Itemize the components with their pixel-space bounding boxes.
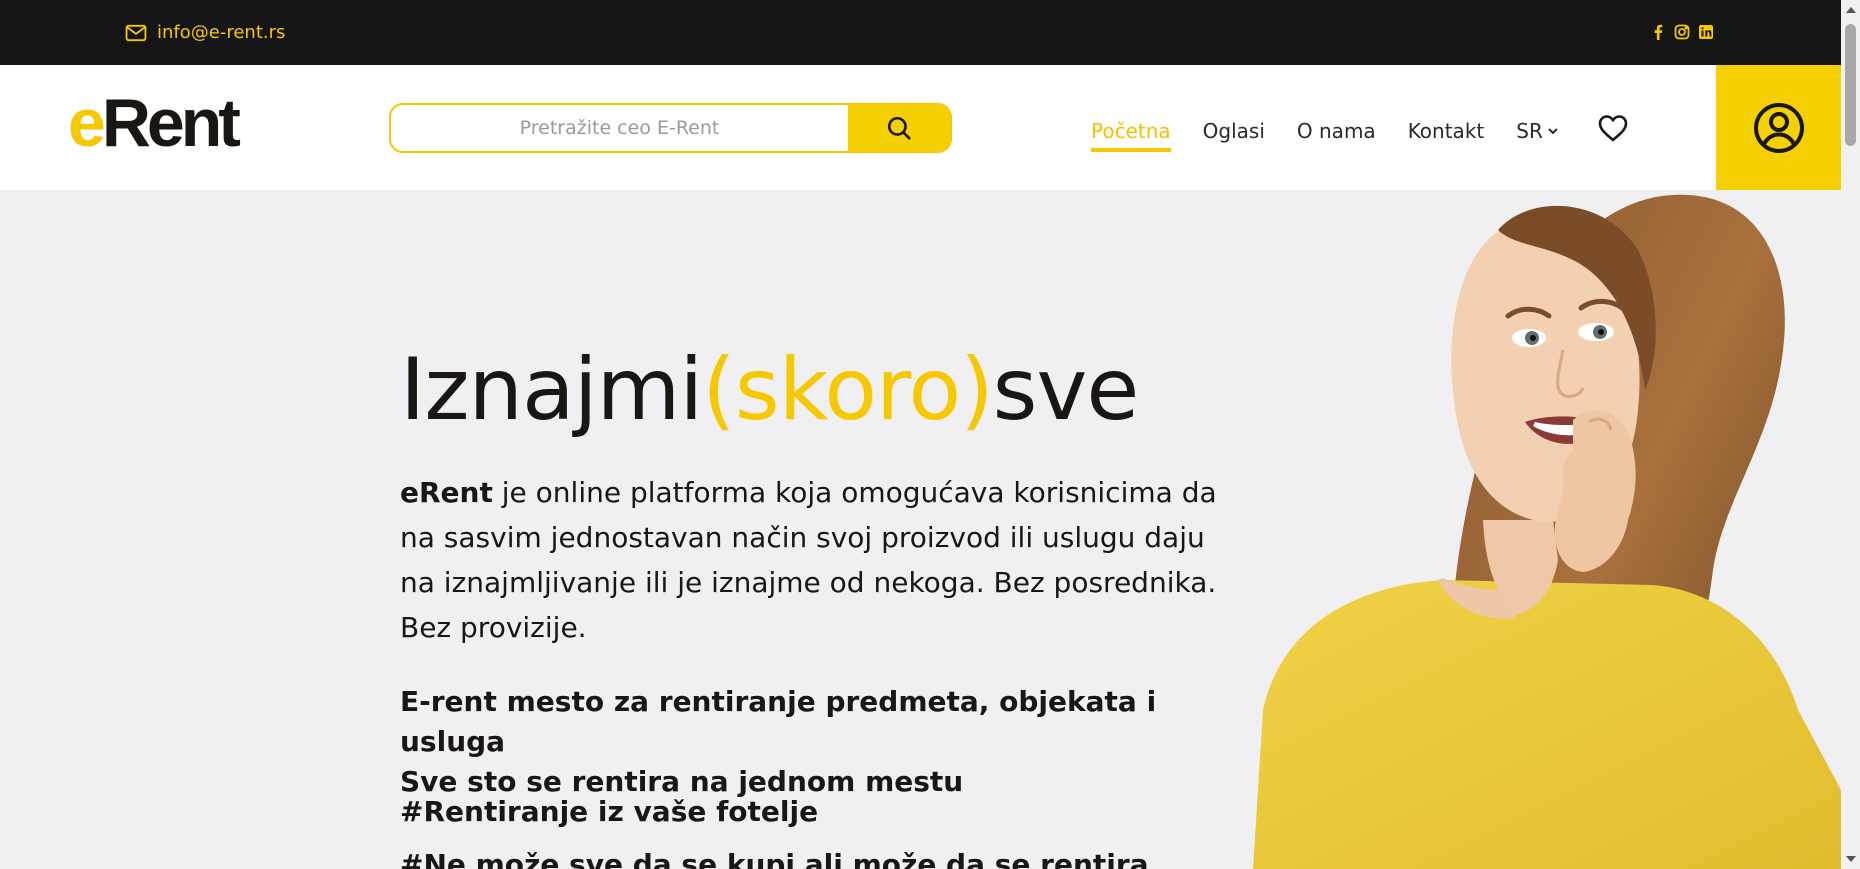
search-button[interactable]	[848, 105, 950, 151]
hero-title: Iznajmi(skoro)sve	[400, 340, 1140, 440]
top-bar: info@e-rent.rs	[0, 0, 1841, 65]
facebook-icon[interactable]	[1650, 23, 1666, 41]
hero-description: eRent je online platforma koja omogućava…	[400, 470, 1240, 650]
desc-text: je online platforma koja omogućava koris…	[400, 476, 1217, 644]
title-part2: sve	[992, 340, 1140, 440]
favorites-button[interactable]	[1597, 113, 1629, 154]
title-highlight: (skoro)	[702, 340, 993, 440]
email-text: info@e-rent.rs	[157, 22, 286, 43]
search-bar	[389, 103, 952, 153]
hashtag-1: #Rentiranje iz vaše fotelje	[400, 795, 819, 828]
user-icon	[1753, 102, 1804, 153]
nav-item-kontakt[interactable]: Kontakt	[1408, 119, 1485, 149]
title-part1: Iznajmi	[400, 340, 703, 440]
scroll-down-arrow-icon[interactable]	[1846, 856, 1856, 862]
scroll-up-arrow-icon[interactable]	[1846, 7, 1856, 13]
search-icon	[887, 116, 911, 140]
scrollbar-thumb[interactable]	[1845, 24, 1856, 146]
page-scrollbar[interactable]	[1841, 0, 1860, 869]
nav-item-pocetna[interactable]: Početna	[1091, 119, 1171, 152]
hashtag-2: #Ne može sve da se kupi ali može da se r…	[400, 848, 1149, 869]
email-link[interactable]: info@e-rent.rs	[125, 22, 285, 43]
social-links	[1650, 23, 1714, 41]
language-label: SR	[1516, 118, 1543, 143]
hero-woman-image	[1253, 190, 1841, 869]
main-nav: Početna Oglasi O nama Kontakt SR	[1091, 113, 1629, 154]
account-button[interactable]	[1716, 65, 1841, 190]
instagram-icon[interactable]	[1674, 23, 1690, 41]
linkedin-icon[interactable]	[1698, 23, 1714, 41]
chevron-down-icon	[1548, 127, 1558, 134]
erent-logo[interactable]: e Rent	[68, 89, 241, 157]
language-selector[interactable]: SR	[1516, 119, 1559, 149]
logo-rent: Rent	[101, 85, 241, 161]
hero-tagline: E-rent mesto za rentiranje predmeta, obj…	[400, 682, 1260, 802]
desc-brand: eRent	[400, 476, 493, 509]
search-input[interactable]	[391, 105, 848, 151]
tagline-line1: E-rent mesto za rentiranje predmeta, obj…	[400, 685, 1157, 758]
mail-icon	[125, 24, 147, 41]
nav-item-oglasi[interactable]: Oglasi	[1203, 119, 1265, 149]
nav-item-o-nama[interactable]: O nama	[1297, 119, 1376, 149]
heart-icon	[1598, 115, 1628, 142]
logo-e: e	[68, 85, 106, 161]
